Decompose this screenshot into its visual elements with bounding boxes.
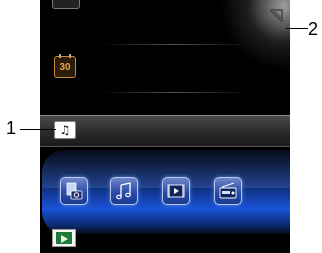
radio-icon[interactable] <box>214 177 242 205</box>
video-player-icon[interactable] <box>52 229 76 247</box>
divider-line <box>100 92 250 93</box>
music-glyph <box>116 182 131 200</box>
selected-menu-row[interactable] <box>40 115 290 147</box>
top-clipped-icon[interactable] <box>52 0 80 9</box>
divider-line <box>100 44 250 45</box>
video-glyph <box>167 184 185 198</box>
calendar-day: 30 <box>59 62 71 73</box>
phone-screen: 30 ♫ <box>40 0 290 253</box>
photo-camera-glyph <box>66 182 83 200</box>
music-note-icon[interactable]: ♫ <box>54 121 76 139</box>
play-triangle-icon <box>61 235 68 243</box>
callout-number-2: 2 <box>308 19 319 39</box>
callout-number-1: 1 <box>6 118 17 138</box>
music-icon[interactable] <box>110 177 138 205</box>
video-play-icon[interactable] <box>162 177 190 205</box>
minimize-corner-icon[interactable] <box>268 8 284 24</box>
video-player-screen <box>56 232 72 244</box>
calendar-rings <box>59 54 71 58</box>
radio-glyph <box>219 182 237 199</box>
photo-camera-icon[interactable] <box>60 177 88 205</box>
calendar-icon[interactable]: 30 <box>54 54 76 78</box>
callout-line-1 <box>20 129 56 130</box>
callout-line-2 <box>286 28 308 29</box>
